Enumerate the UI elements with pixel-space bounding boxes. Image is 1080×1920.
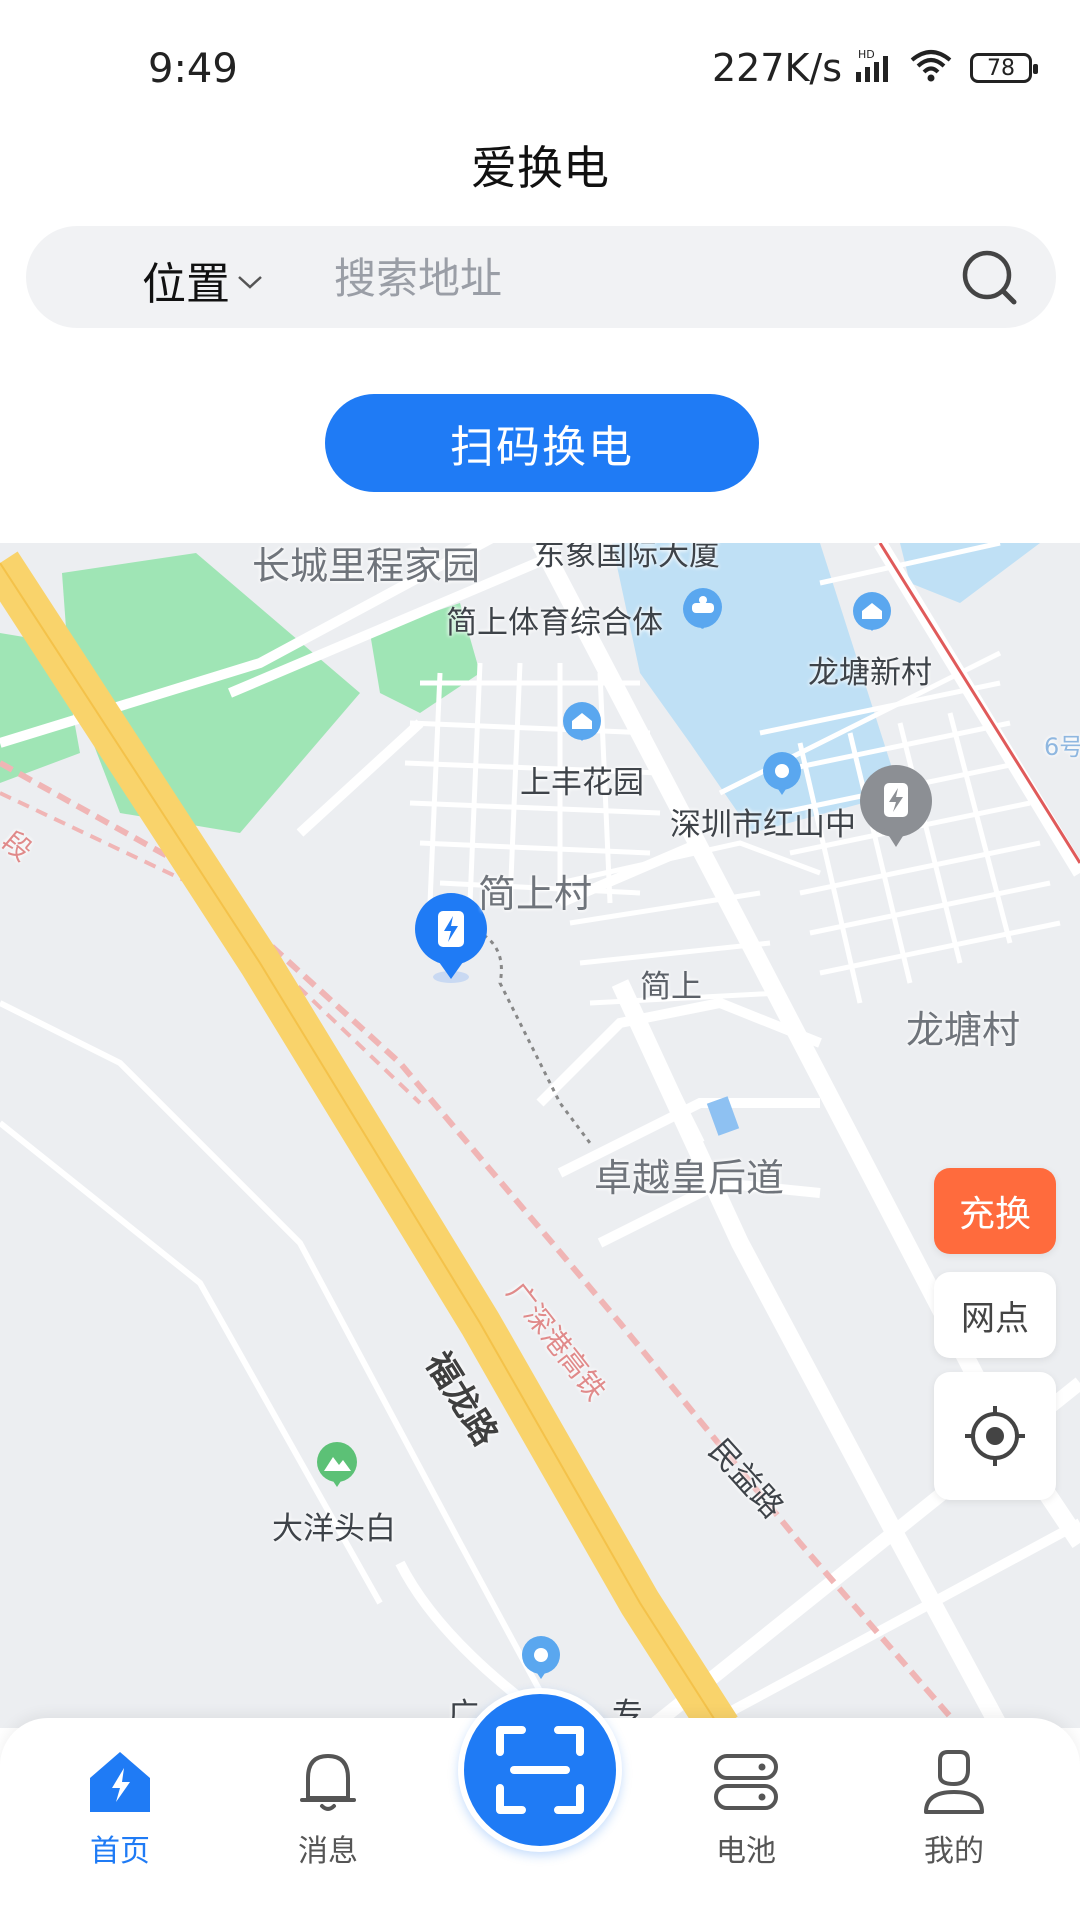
wifi-icon <box>908 48 954 88</box>
nav-battery[interactable]: 电池 <box>676 1746 816 1870</box>
map-label: 简上 <box>640 969 702 1005</box>
nav-profile[interactable]: 我的 <box>884 1746 1024 1870</box>
user-icon <box>924 1750 984 1814</box>
building-pin-icon[interactable] <box>560 701 604 755</box>
locate-button[interactable] <box>934 1372 1056 1500</box>
map-canvas <box>0 543 1080 1728</box>
road-lower-2 <box>697 1518 1080 1728</box>
nav-scan-button[interactable] <box>458 1688 622 1852</box>
building-pin-icon[interactable] <box>850 591 894 645</box>
swap-station-marker-grey[interactable] <box>858 763 934 849</box>
map-label: 简上体育综合体 <box>446 605 663 641</box>
location-pin-icon[interactable] <box>519 1635 563 1689</box>
map-label: 龙塘新村 <box>808 655 932 691</box>
sports-venue-icon[interactable] <box>680 587 726 641</box>
map-label: 卓越皇后道 <box>594 1156 785 1200</box>
status-time: 9:49 <box>148 46 238 92</box>
nav-label: 电池 <box>716 1834 776 1869</box>
map-view[interactable]: 长城里程家园 东象国际大厦 简上体育综合体 龙塘新村 上丰花园 深圳市红山中 简… <box>0 543 1080 1728</box>
location-pin-icon[interactable] <box>760 751 804 805</box>
crosshair-icon <box>965 1406 1025 1466</box>
scan-icon <box>496 1726 584 1814</box>
hd-badge: HD <box>858 48 875 61</box>
signal-icon: HD <box>852 48 898 88</box>
nav-home[interactable]: 首页 <box>50 1746 190 1870</box>
nav-label: 消息 <box>298 1834 358 1869</box>
map-label: 6号 <box>1044 733 1080 761</box>
home-icon <box>90 1752 150 1812</box>
bell-icon <box>300 1754 356 1811</box>
map-label: 龙塘村 <box>906 1008 1021 1052</box>
map-label: 深圳市红山中 <box>670 807 856 843</box>
page-title: 爱换电 <box>471 141 609 195</box>
search-bar: 位置 <box>26 226 1056 328</box>
charge-swap-button[interactable]: 充换 <box>934 1168 1056 1254</box>
rail-line-2 <box>0 791 422 1105</box>
search-icon[interactable] <box>960 248 1020 308</box>
map-label: 大洋头白 <box>272 1511 396 1547</box>
road-left <box>0 1000 563 1728</box>
mountain-pin-icon[interactable] <box>314 1441 360 1495</box>
network-speed: 227K/s <box>711 46 842 90</box>
battery-pack-icon <box>714 1754 778 1810</box>
status-indicators: 227K/s HD 78 <box>711 46 1038 90</box>
outlets-button[interactable]: 网点 <box>934 1272 1056 1358</box>
battery-level: 78 <box>987 55 1015 81</box>
scan-swap-button[interactable]: 扫码换电 <box>325 394 759 492</box>
battery-icon: 78 <box>970 53 1038 83</box>
nav-label: 我的 <box>924 1834 984 1869</box>
map-label: 东象国际大厦 <box>534 543 720 573</box>
nav-messages[interactable]: 消息 <box>258 1746 398 1870</box>
search-input[interactable] <box>332 242 976 314</box>
location-label: 位置 <box>142 259 230 310</box>
chevron-down-icon <box>238 276 262 289</box>
map-label: 简上村 <box>478 872 593 916</box>
location-dropdown[interactable]: 位置 <box>142 248 264 312</box>
nav-label: 首页 <box>90 1834 150 1869</box>
status-bar: 9:49 227K/s HD 78 <box>0 0 1080 130</box>
map-label: 上丰花园 <box>520 765 644 801</box>
map-label: 长城里程家园 <box>252 544 481 588</box>
